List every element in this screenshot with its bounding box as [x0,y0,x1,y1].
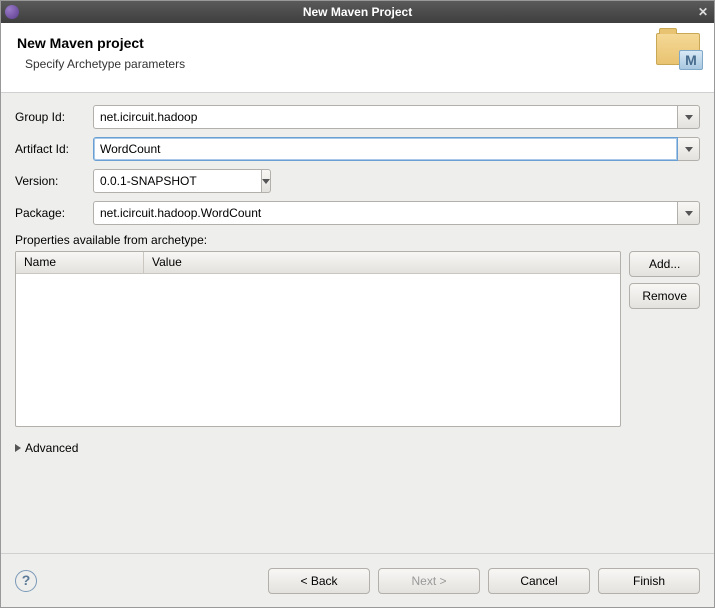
group-id-dropdown[interactable] [678,105,700,129]
page-title: New Maven project [17,35,698,51]
add-button[interactable]: Add... [629,251,700,277]
group-id-label: Group Id: [15,110,93,124]
finish-button[interactable]: Finish [598,568,700,594]
artifact-id-label: Artifact Id: [15,142,93,156]
chevron-down-icon [262,179,270,184]
artifact-id-row: Artifact Id: [15,137,700,161]
triangle-right-icon [15,444,21,452]
eclipse-icon [5,5,19,19]
wizard-footer: ? < Back Next > Cancel Finish [1,553,714,607]
column-value[interactable]: Value [144,252,620,273]
maven-wizard-icon: M [656,33,700,73]
properties-table-header: Name Value [16,252,620,274]
artifact-id-dropdown[interactable] [678,137,700,161]
page-subtitle: Specify Archetype parameters [25,57,698,71]
chevron-down-icon [685,115,693,120]
properties-heading: Properties available from archetype: [15,233,700,247]
group-id-row: Group Id: [15,105,700,129]
package-row: Package: [15,201,700,225]
help-icon[interactable]: ? [15,570,37,592]
advanced-toggle[interactable]: Advanced [15,441,700,455]
titlebar: New Maven Project ✕ [1,1,714,23]
properties-table[interactable]: Name Value [15,251,621,427]
version-row: Version: [15,169,700,193]
group-id-input[interactable] [93,105,678,129]
package-label: Package: [15,206,93,220]
version-dropdown[interactable] [262,169,271,193]
version-label: Version: [15,174,93,188]
wizard-content: Group Id: Artifact Id: Version: Package:… [1,93,714,553]
remove-button[interactable]: Remove [629,283,700,309]
column-name[interactable]: Name [16,252,144,273]
window-title: New Maven Project [303,5,412,19]
package-input[interactable] [93,201,678,225]
next-button: Next > [378,568,480,594]
chevron-down-icon [685,211,693,216]
cancel-button[interactable]: Cancel [488,568,590,594]
back-button[interactable]: < Back [268,568,370,594]
wizard-header: New Maven project Specify Archetype para… [1,23,714,93]
close-icon[interactable]: ✕ [698,5,708,19]
advanced-label: Advanced [25,441,78,455]
package-dropdown[interactable] [678,201,700,225]
artifact-id-input[interactable] [93,137,678,161]
chevron-down-icon [685,147,693,152]
version-input[interactable] [93,169,262,193]
